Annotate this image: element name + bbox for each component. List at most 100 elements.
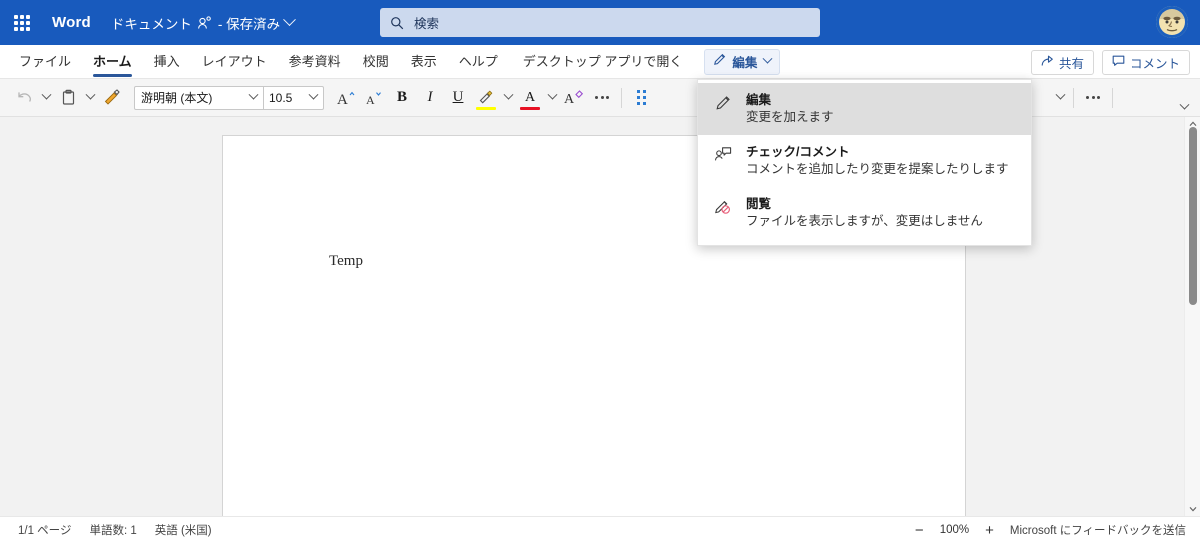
tab-references[interactable]: 参考資料: [278, 45, 352, 79]
font-color-dropdown[interactable]: [544, 83, 560, 113]
highlight-button[interactable]: [472, 83, 500, 113]
word-count-status[interactable]: 単語数: 1: [89, 522, 136, 538]
chevron-down-icon: [1055, 89, 1065, 100]
italic-glyph: I: [427, 89, 433, 105]
share-button[interactable]: 共有: [1030, 49, 1094, 75]
open-in-desktop-app-button[interactable]: デスクトップ アプリで開く: [509, 45, 697, 79]
scroll-down-button[interactable]: [1185, 502, 1200, 516]
tab-insert[interactable]: 挿入: [143, 45, 191, 79]
chevron-down-icon: [547, 89, 557, 100]
underline-glyph: U: [452, 89, 464, 105]
menu-item-review-title: チェック/コメント: [746, 145, 850, 159]
clear-formatting-button[interactable]: A: [560, 83, 588, 113]
tab-help[interactable]: ヘルプ: [448, 45, 509, 79]
toolbar-divider: [621, 87, 622, 108]
menu-item-edit-desc: 変更を加えます: [746, 110, 834, 124]
review-comment-icon: [712, 144, 734, 163]
search-icon: [390, 16, 404, 30]
share-icon: [1041, 54, 1054, 70]
toolbar-right-group: [1052, 83, 1192, 113]
zoom-out-button[interactable]: −: [913, 523, 926, 538]
vertical-scrollbar[interactable]: [1184, 117, 1200, 516]
shrink-font-button[interactable]: A: [360, 83, 388, 113]
undo-button[interactable]: [10, 83, 38, 113]
zoom-level-label[interactable]: 100%: [940, 524, 969, 536]
language-status[interactable]: 英語 (米国): [155, 522, 212, 538]
font-family-value[interactable]: 游明朝 (本文): [135, 89, 243, 106]
tab-home[interactable]: ホーム: [82, 45, 143, 79]
highlight-dropdown[interactable]: [500, 83, 516, 113]
app-launcher-button[interactable]: [0, 0, 44, 45]
title-bar: Word ドキュメント - 保存済み 検索: [0, 0, 1200, 45]
grow-font-button[interactable]: A: [332, 83, 360, 113]
tab-file[interactable]: ファイル: [8, 45, 82, 79]
app-name[interactable]: Word: [52, 14, 91, 31]
menu-item-view-title: 閲覧: [746, 197, 772, 211]
tab-review[interactable]: 校閲: [352, 45, 400, 79]
search-input[interactable]: 検索: [380, 8, 820, 37]
scrollbar-thumb[interactable]: [1189, 127, 1197, 305]
menu-item-view[interactable]: 閲覧 ファイルを表示しますが、変更はしません: [698, 187, 1031, 239]
font-family-combo[interactable]: 游明朝 (本文) 10.5: [134, 85, 324, 110]
toolbar-overflow-chevron[interactable]: [1052, 83, 1068, 113]
underline-button[interactable]: U: [444, 83, 472, 113]
tab-layout[interactable]: レイアウト: [191, 45, 278, 79]
toolbar-overflow-button[interactable]: [1079, 83, 1107, 113]
toolbar-divider: [1073, 87, 1074, 108]
send-feedback-link[interactable]: Microsoft にフィードバックを送信: [1010, 522, 1186, 538]
format-painter-button[interactable]: [98, 83, 126, 113]
menu-item-view-desc: ファイルを表示しますが、変更はしません: [746, 214, 983, 228]
menu-item-review[interactable]: チェック/コメント コメントを追加したり変更を提案したりします: [698, 135, 1031, 187]
word-online-window: Word ドキュメント - 保存済み 検索 ファイル ホーム 挿入 レイアウト …: [0, 0, 1200, 543]
document-body-text[interactable]: Temp: [329, 253, 363, 270]
paste-dropdown[interactable]: [82, 83, 98, 113]
font-family-dropdown[interactable]: [243, 87, 263, 109]
svg-text:A: A: [337, 92, 348, 107]
chevron-down-icon: [308, 89, 318, 100]
font-size-value[interactable]: 10.5: [263, 86, 303, 109]
chevron-down-icon: [283, 13, 296, 27]
font-color-swatch: [520, 106, 540, 110]
share-label: 共有: [1058, 56, 1084, 71]
ribbon-right-actions: 共有 コメント: [1030, 45, 1190, 79]
highlight-color-swatch: [476, 106, 496, 110]
toolbar-divider: [1112, 87, 1113, 108]
document-title: ドキュメント: [110, 16, 192, 32]
chevron-down-icon: [41, 89, 51, 100]
pencil-disabled-icon: [712, 196, 734, 215]
ribbon-tab-row: ファイル ホーム 挿入 レイアウト 参考資料 校閲 表示 ヘルプ デスクトップ …: [0, 45, 1200, 79]
svg-text:A: A: [366, 93, 375, 107]
avatar[interactable]: [1156, 6, 1188, 38]
pencil-icon: [713, 52, 727, 71]
font-color-button[interactable]: A: [516, 83, 544, 113]
bold-button[interactable]: B: [388, 83, 416, 113]
font-size-dropdown[interactable]: [303, 87, 323, 109]
comment-icon: [1112, 54, 1125, 70]
chevron-down-icon: [1179, 99, 1189, 110]
bold-glyph: B: [396, 89, 407, 105]
chevron-down-icon: [248, 89, 258, 100]
chevron-down-icon: [762, 53, 773, 64]
editing-mode-menu: 編集 変更を加えます チェック/コメント コメントを追加したり変更を提案したりし…: [697, 79, 1032, 246]
waffle-grid-icon: [14, 14, 30, 31]
status-bar-right: − 100% + Microsoft にフィードバックを送信: [913, 522, 1186, 538]
comments-label: コメント: [1129, 56, 1180, 71]
search-placeholder: 検索: [414, 17, 440, 31]
ellipsis-icon: [1086, 96, 1100, 99]
drag-handle-icon: [636, 90, 646, 105]
zoom-in-button[interactable]: +: [983, 523, 996, 538]
page-count-status[interactable]: 1/1 ページ: [18, 522, 71, 538]
menu-item-review-desc: コメントを追加したり変更を提案したりします: [746, 162, 1009, 176]
toolbar-drag-handle[interactable]: [627, 83, 655, 113]
editing-mode-button[interactable]: 編集: [704, 48, 781, 75]
save-state-label: - 保存済み: [217, 16, 281, 32]
comments-button[interactable]: コメント: [1101, 49, 1190, 75]
menu-item-edit[interactable]: 編集 変更を加えます: [698, 83, 1031, 135]
italic-button[interactable]: I: [416, 83, 444, 113]
undo-dropdown[interactable]: [38, 83, 54, 113]
toolbar-more-button[interactable]: [588, 83, 616, 113]
tab-view[interactable]: 表示: [400, 45, 448, 79]
document-title-button[interactable]: ドキュメント - 保存済み: [110, 13, 296, 33]
collapse-ribbon-button[interactable]: [1176, 83, 1192, 113]
paste-button[interactable]: [54, 83, 82, 113]
